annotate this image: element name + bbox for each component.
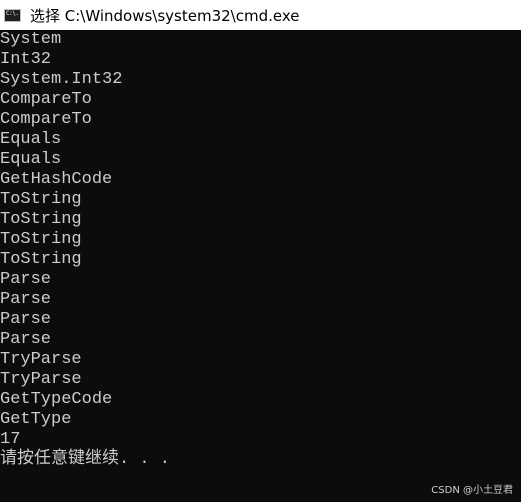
window-title: 选择 C:\Windows\system32\cmd.exe [30, 6, 300, 25]
console-line: TryParse [0, 370, 82, 389]
console-line: GetTypeCode [0, 390, 113, 409]
console-line: Parse [0, 290, 52, 309]
console-line: Parse [0, 270, 52, 289]
console-line: GetType [0, 410, 72, 429]
console-line: ToString [0, 190, 82, 209]
console-line: CompareTo [0, 110, 92, 129]
console-line: CompareTo [0, 90, 92, 109]
console-line: ToString [0, 210, 82, 229]
console-output[interactable]: System Int32 System.Int32 CompareTo Comp… [0, 30, 521, 502]
cmd-app-icon[interactable]: C:\. [4, 8, 21, 22]
console-line: ToString [0, 250, 82, 269]
console-prompt-line: 请按任意键继续. . . [0, 450, 171, 469]
console-line: Int32 [0, 50, 52, 69]
console-line: 17 [0, 430, 21, 449]
console-line: Parse [0, 310, 52, 329]
console-window: C:\. 选择 C:\Windows\system32\cmd.exe Syst… [0, 0, 521, 502]
csdn-watermark: CSDN @小土豆君 [431, 485, 513, 496]
console-line: TryParse [0, 350, 82, 369]
console-line: System [0, 30, 62, 49]
cmd-icon-glyph: C:\. [6, 9, 19, 17]
title-bar[interactable]: C:\. 选择 C:\Windows\system32\cmd.exe [0, 0, 521, 30]
console-line: Parse [0, 330, 52, 349]
console-line: Equals [0, 150, 62, 169]
console-line: GetHashCode [0, 170, 113, 189]
console-line: Equals [0, 130, 62, 149]
console-line: ToString [0, 230, 82, 249]
console-line: System.Int32 [0, 70, 123, 89]
